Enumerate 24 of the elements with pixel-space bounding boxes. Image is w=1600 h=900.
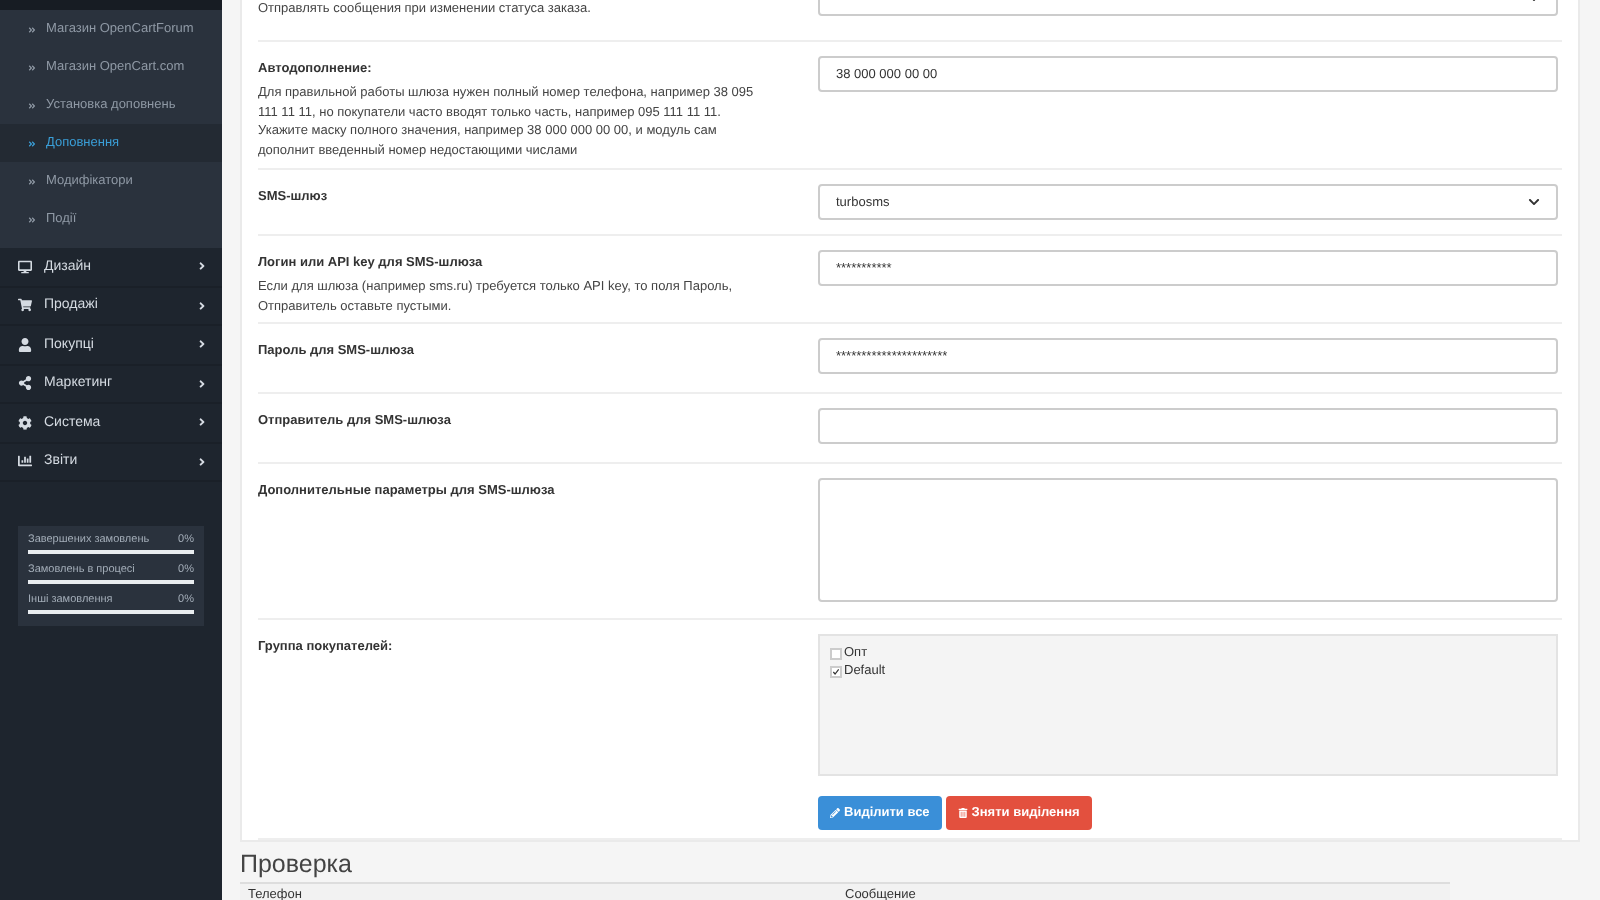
double-chevron-icon <box>28 139 36 147</box>
checkbox[interactable] <box>830 665 842 677</box>
input-field[interactable] <box>818 408 1558 444</box>
chevron-right-icon <box>196 260 208 273</box>
double-chevron-icon <box>28 101 36 109</box>
chevron-right-icon <box>196 299 208 312</box>
text-area[interactable] <box>818 478 1558 602</box>
double-chevron-icon <box>28 215 36 223</box>
share-icon <box>18 376 32 391</box>
gear-icon <box>18 415 32 430</box>
section-title: Проверка <box>240 850 354 878</box>
chevron-right-icon <box>196 338 208 351</box>
double-chevron-icon <box>28 177 36 185</box>
pencil-icon <box>830 808 840 818</box>
user-icon <box>18 337 32 352</box>
trash-icon <box>957 808 968 818</box>
double-chevron-icon <box>28 63 36 71</box>
double-chevron-icon <box>28 25 36 33</box>
bar-chart-icon <box>18 454 32 469</box>
chevron-right-icon <box>196 416 208 429</box>
cart-icon <box>18 298 32 313</box>
chevron-right-icon <box>196 377 208 390</box>
monitor-icon <box>18 259 32 274</box>
chevron-right-icon <box>196 455 208 468</box>
